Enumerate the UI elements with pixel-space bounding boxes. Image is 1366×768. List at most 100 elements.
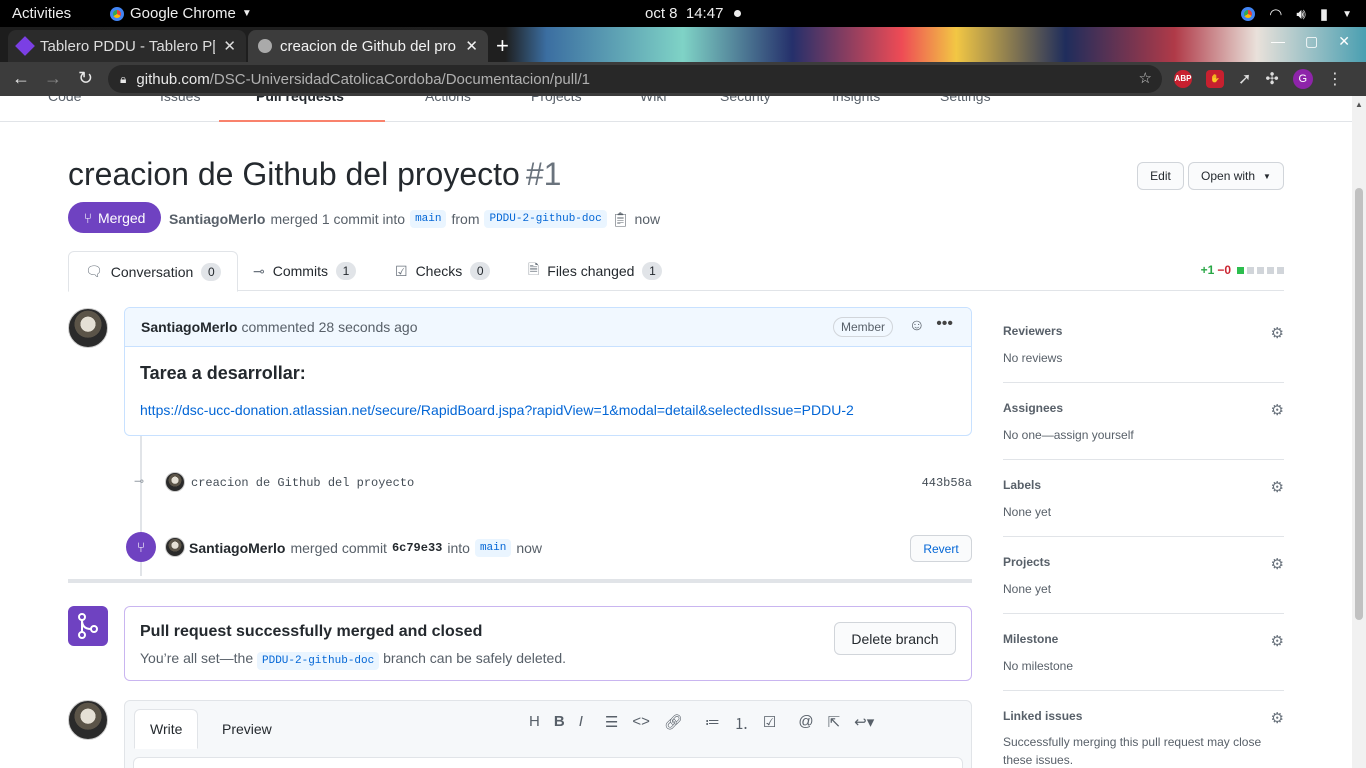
avatar[interactable]: [165, 472, 185, 492]
from-text: from: [451, 211, 480, 227]
tab-tablero[interactable]: Tablero PDDU - Tablero P[ ✕: [8, 30, 246, 62]
kebab-horizontal-icon[interactable]: •••: [936, 315, 953, 333]
revert-button[interactable]: Revert: [910, 535, 972, 562]
author-link[interactable]: SantiagoMerlo: [169, 211, 265, 227]
repo-nav-projects[interactable]: Projects: [531, 96, 582, 104]
repo-nav-code[interactable]: Code: [48, 96, 81, 104]
repo-nav-insights[interactable]: Insights: [832, 96, 880, 104]
app-menu[interactable]: Google Chrome ▼: [110, 5, 252, 22]
scrollbar-thumb[interactable]: [1355, 188, 1363, 620]
heading-icon[interactable]: H: [529, 713, 540, 734]
write-tab[interactable]: Write: [134, 709, 199, 749]
tab-commits[interactable]: ⊸ Commits 1: [253, 251, 356, 291]
tab-conversation[interactable]: 🗨︎ Conversation 0: [68, 251, 239, 292]
reply-icon[interactable]: ↩▾: [854, 713, 874, 734]
back-arrow-icon[interactable]: ←: [12, 68, 30, 89]
task-list-icon[interactable]: ☑: [763, 713, 776, 734]
commit-sha[interactable]: 443b58a: [922, 476, 972, 490]
activities-button[interactable]: Activities: [12, 5, 71, 22]
unordered-list-icon[interactable]: ≔: [705, 713, 720, 734]
comment-link[interactable]: https://dsc-ucc-donation.atlassian.net/s…: [140, 402, 854, 418]
smiley-icon[interactable]: ☺: [909, 317, 925, 335]
code-icon[interactable]: <>: [632, 713, 650, 734]
member-badge: Member: [832, 317, 893, 337]
page-scrollbar[interactable]: ▲: [1352, 96, 1366, 768]
clock[interactable]: oct 8 14:47: [645, 5, 723, 22]
deletable-branch[interactable]: PDDU-2-github-doc: [257, 652, 380, 670]
sidebar-heading[interactable]: Milestone: [1003, 632, 1284, 646]
git-merge-large-icon: [68, 606, 108, 646]
new-tab-plus-icon[interactable]: +: [496, 33, 509, 59]
ordered-list-icon[interactable]: ⒈: [734, 713, 749, 734]
minimize-icon[interactable]: —: [1271, 33, 1285, 50]
sidebar-heading[interactable]: Linked issues: [1003, 709, 1284, 723]
merge-status-text: You’re all set—the PDDU-2-github-doc bra…: [140, 650, 566, 670]
chrome-tray-icon: [1241, 7, 1256, 21]
link-icon[interactable]: 🔗︎: [664, 713, 683, 734]
kebab-menu-icon[interactable]: ⋮: [1327, 69, 1343, 89]
head-branch[interactable]: PDDU-2-github-doc: [484, 210, 607, 228]
merge-time: now: [634, 211, 661, 227]
sidebar-heading[interactable]: Projects: [1003, 555, 1284, 569]
reload-icon[interactable]: ↻: [78, 68, 93, 89]
bookmark-star-icon[interactable]: ☆: [1139, 69, 1152, 87]
sidebar-heading[interactable]: Reviewers: [1003, 324, 1284, 338]
forward-arrow-icon[interactable]: →: [44, 68, 62, 89]
preview-tab[interactable]: Preview: [207, 709, 287, 749]
cross-reference-icon[interactable]: ⇱: [828, 713, 841, 734]
gear-icon[interactable]: ⚙: [1271, 632, 1284, 650]
gear-icon[interactable]: ⚙: [1271, 709, 1284, 727]
close-window-icon[interactable]: ✕: [1338, 33, 1350, 50]
quote-icon[interactable]: ☰: [605, 713, 618, 734]
avatar[interactable]: [68, 308, 108, 348]
tab-checks[interactable]: ☑ Checks 0: [395, 251, 491, 291]
puzzle-extensions-icon[interactable]: ✣: [1265, 69, 1278, 89]
italic-icon[interactable]: I: [579, 713, 583, 734]
system-tray[interactable]: ◠ 🔊︎ ▮ ▼: [1241, 5, 1352, 23]
comment-textarea[interactable]: [133, 757, 963, 768]
scroll-up-icon[interactable]: ▲: [1355, 100, 1363, 109]
sidebar-value[interactable]: No one—assign yourself: [1003, 428, 1284, 442]
adblock-icon[interactable]: ABP: [1174, 70, 1192, 88]
delete-branch-button[interactable]: Delete branch: [834, 622, 956, 655]
repo-nav-actions[interactable]: Actions: [425, 96, 471, 104]
repo-nav-wiki[interactable]: Wiki: [640, 96, 666, 104]
address-bar[interactable]: 🔒︎ github.com/DSC-UniversidadCatolicaCor…: [108, 65, 1162, 93]
stop-hand-icon[interactable]: ✋: [1206, 70, 1224, 88]
merge-branch[interactable]: main: [474, 539, 512, 557]
comment-author[interactable]: SantiagoMerlo: [141, 319, 237, 335]
repo-nav-security[interactable]: Security: [720, 96, 771, 104]
sidebar-heading[interactable]: Assignees: [1003, 401, 1284, 415]
tab-files-changed[interactable]: 🗎 Files changed 1: [528, 251, 663, 291]
gear-icon[interactable]: ⚙: [1271, 324, 1284, 342]
merge-text: merged 1 commit into: [270, 211, 406, 227]
repo-nav-settings[interactable]: Settings: [940, 96, 991, 104]
comment-time[interactable]: 28 seconds ago: [319, 319, 418, 335]
clipboard-icon[interactable]: 📋︎: [612, 211, 630, 228]
comment-editor: Write Preview H B I ☰ <> 🔗︎ ≔ ⒈ ☑ @ ⇱ ↩▾: [124, 700, 972, 768]
repo-nav-pull-requests[interactable]: Pull requests: [256, 96, 344, 104]
jira-icon: [15, 36, 35, 56]
avatar[interactable]: [165, 537, 185, 557]
close-icon[interactable]: ✕: [223, 37, 236, 55]
tab-pull-request[interactable]: creacion de Github del pro ✕: [248, 30, 488, 62]
gear-icon[interactable]: ⚙: [1271, 478, 1284, 496]
repo-nav-issues[interactable]: Issues: [160, 96, 200, 104]
edit-button[interactable]: Edit: [1137, 162, 1184, 190]
gear-icon[interactable]: ⚙: [1271, 401, 1284, 419]
merge-sha[interactable]: 6c79e33: [392, 541, 442, 555]
swirl-extension-icon[interactable]: ➚: [1238, 69, 1251, 89]
merge-author[interactable]: SantiagoMerlo: [189, 540, 285, 556]
commit-message[interactable]: creacion de Github del proyecto: [191, 476, 414, 490]
bold-icon[interactable]: B: [554, 713, 565, 734]
profile-avatar[interactable]: G: [1292, 69, 1313, 89]
gear-icon[interactable]: ⚙: [1271, 555, 1284, 573]
maximize-icon[interactable]: ▢: [1305, 33, 1318, 50]
close-icon[interactable]: ✕: [465, 37, 478, 55]
mention-icon[interactable]: @: [798, 713, 813, 734]
base-branch[interactable]: main: [410, 210, 447, 228]
sidebar-projects: Projects None yet ⚙: [1003, 549, 1284, 614]
avatar[interactable]: [68, 700, 108, 740]
open-with-button[interactable]: Open with ▼: [1188, 162, 1284, 190]
sidebar-heading[interactable]: Labels: [1003, 478, 1284, 492]
